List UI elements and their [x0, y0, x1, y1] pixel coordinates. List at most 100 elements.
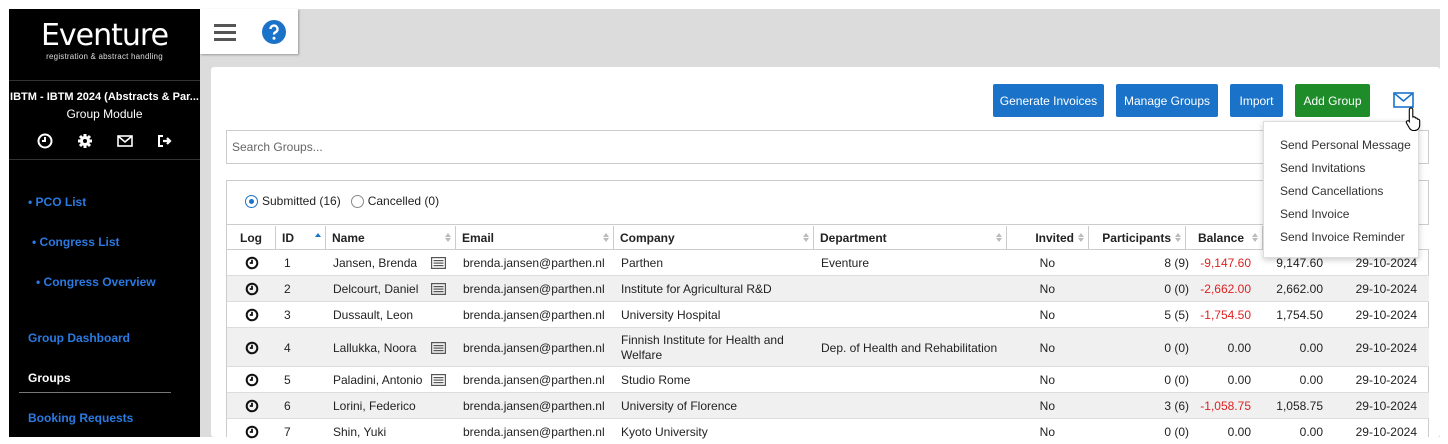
- column-header-log[interactable]: Log: [227, 226, 276, 250]
- table-row[interactable]: 4 Lallukka, Noora brenda.jansen@parthen.nl…: [227, 328, 1429, 367]
- row-id: 3: [284, 308, 291, 322]
- row-date: 29-10-2024: [1355, 308, 1417, 322]
- row-participants: 0 (0): [1164, 282, 1189, 296]
- sidebar-item-congress-overview[interactable]: • Congress Overview: [36, 275, 156, 289]
- row-email: brenda.jansen@parthen.nl: [463, 373, 605, 387]
- menu-item-send-invitations[interactable]: Send Invitations: [1264, 157, 1418, 180]
- column-header-balance[interactable]: Balance: [1186, 226, 1263, 250]
- log-clock-icon[interactable]: [227, 419, 276, 444]
- hamburger-menu-button[interactable]: [200, 9, 249, 54]
- table-row[interactable]: 7 Shin, Yuki brenda.jansen@parthen.nl Kyoto…: [227, 419, 1429, 444]
- sidebar-icon-bar: [9, 132, 200, 160]
- row-paid: 2,662.00: [1276, 282, 1323, 296]
- column-header-company-label: Company: [620, 231, 675, 245]
- row-email: brenda.jansen@parthen.nl: [463, 340, 605, 355]
- log-clock-icon[interactable]: [227, 393, 276, 419]
- sidebar-item-pco-list[interactable]: • PCO List: [28, 195, 86, 209]
- contact-card-icon[interactable]: [431, 276, 447, 302]
- log-clock-icon[interactable]: [227, 276, 276, 302]
- row-email: brenda.jansen@parthen.nl: [463, 256, 605, 270]
- row-email: brenda.jansen@parthen.nl: [463, 425, 605, 439]
- sort-asc-icon: [315, 233, 321, 237]
- gear-icon[interactable]: [76, 132, 94, 150]
- table-row[interactable]: 5 Paladini, Antonio brenda.jansen@parthen.…: [227, 367, 1429, 393]
- column-header-department[interactable]: Department: [814, 226, 1007, 250]
- hamburger-icon: [213, 23, 236, 41]
- row-name: Dussault, Leon: [333, 308, 414, 322]
- sort-icon: [803, 233, 809, 242]
- column-header-company[interactable]: Company: [614, 226, 814, 250]
- row-balance: -1,058.75: [1200, 399, 1251, 413]
- question-icon: [261, 19, 286, 44]
- row-date: 29-10-2024: [1355, 340, 1417, 355]
- contact-card-icon[interactable]: [431, 367, 447, 393]
- sort-icon: [1078, 233, 1084, 242]
- table-row[interactable]: 1 Jansen, Brenda brenda.jansen@parthen.nl P…: [227, 250, 1429, 276]
- sort-icon: [445, 233, 451, 242]
- column-header-name-label: Name: [332, 231, 365, 245]
- mail-dropdown-menu: Send Personal Message Send Invitations S…: [1263, 121, 1419, 258]
- row-date: 29-10-2024: [1355, 282, 1417, 296]
- row-invited: No: [1039, 256, 1055, 270]
- row-invited: No: [1039, 373, 1055, 387]
- menu-item-send-personal-message[interactable]: Send Personal Message: [1264, 134, 1418, 157]
- sidebar-item-booking-requests[interactable]: Booking Requests: [28, 411, 133, 425]
- menu-item-send-invoice-reminder[interactable]: Send Invoice Reminder: [1264, 226, 1418, 249]
- row-department: Eventure: [821, 256, 870, 270]
- log-clock-icon[interactable]: [227, 250, 276, 276]
- row-email: brenda.jansen@parthen.nl: [463, 308, 605, 322]
- log-clock-icon[interactable]: [227, 302, 276, 328]
- search-input[interactable]: [226, 130, 1429, 164]
- row-company: University Hospital: [621, 307, 721, 322]
- row-balance: 0.00: [1227, 340, 1251, 355]
- column-header-name[interactable]: Name: [326, 226, 456, 250]
- row-paid: 0.00: [1299, 425, 1323, 439]
- submitted-radio[interactable]: [245, 194, 258, 208]
- sidebar-item-congress-list[interactable]: • Congress List: [32, 235, 120, 249]
- column-header-id[interactable]: ID: [276, 226, 326, 250]
- event-title: IBTM - IBTM 2024 (Abstracts & Par...: [10, 91, 199, 103]
- log-clock-icon[interactable]: [227, 328, 276, 367]
- mail-icon[interactable]: [116, 132, 134, 150]
- submitted-label[interactable]: Submitted (16): [262, 194, 341, 208]
- sidebar-item-group-dashboard[interactable]: Group Dashboard: [28, 331, 130, 345]
- row-company: Institute for Agricultural R&D: [621, 281, 772, 296]
- column-header-balance-label: Balance: [1197, 231, 1244, 245]
- sort-icon: [996, 233, 1002, 242]
- contact-card-icon[interactable]: [431, 328, 447, 367]
- help-button[interactable]: [249, 9, 298, 54]
- row-participants: 0 (0): [1164, 373, 1189, 387]
- clock-icon[interactable]: [36, 132, 54, 150]
- add-group-button[interactable]: Add Group: [1295, 84, 1370, 117]
- log-clock-icon[interactable]: [227, 367, 276, 393]
- sidebar-item-groups[interactable]: Groups: [28, 371, 71, 385]
- row-email: brenda.jansen@parthen.nl: [463, 399, 605, 413]
- cancelled-label[interactable]: Cancelled (0): [368, 194, 439, 208]
- sign-out-icon[interactable]: [156, 132, 174, 150]
- brand-logo[interactable]: Eventure registration & abstract handlin…: [9, 9, 200, 81]
- menu-item-send-invoice[interactable]: Send Invoice: [1264, 203, 1418, 226]
- column-header-invited[interactable]: Invited: [1007, 226, 1089, 250]
- table-row[interactable]: 3 Dussault, Leon brenda.jansen@parthen.nl U…: [227, 302, 1429, 328]
- row-date: 29-10-2024: [1355, 399, 1417, 413]
- row-id: 2: [284, 282, 291, 296]
- row-department: [821, 393, 1006, 419]
- row-name: Jansen, Brenda: [333, 256, 418, 270]
- menu-item-send-cancellations[interactable]: Send Cancellations: [1264, 180, 1418, 203]
- row-paid: 1,058.75: [1276, 399, 1323, 413]
- table-row[interactable]: 2 Delcourt, Daniel brenda.jansen@parthen.n…: [227, 276, 1429, 302]
- column-header-email[interactable]: Email: [456, 226, 614, 250]
- cancelled-radio[interactable]: [350, 194, 364, 208]
- contact-card-icon[interactable]: [431, 250, 447, 276]
- row-company: Studio Rome: [621, 372, 691, 387]
- row-department: [821, 419, 1006, 444]
- row-company: University of Florence: [621, 398, 738, 413]
- generate-invoices-button[interactable]: Generate Invoices: [993, 84, 1104, 117]
- column-header-participants[interactable]: Participants: [1089, 226, 1186, 250]
- row-id: 4: [284, 340, 291, 355]
- table-row[interactable]: 6 Lorini, Federico brenda.jansen@parthen.n…: [227, 393, 1429, 419]
- row-id: 1: [284, 256, 291, 270]
- import-button[interactable]: Import: [1230, 84, 1283, 117]
- sort-icon: [603, 233, 609, 242]
- manage-groups-button[interactable]: Manage Groups: [1116, 84, 1218, 117]
